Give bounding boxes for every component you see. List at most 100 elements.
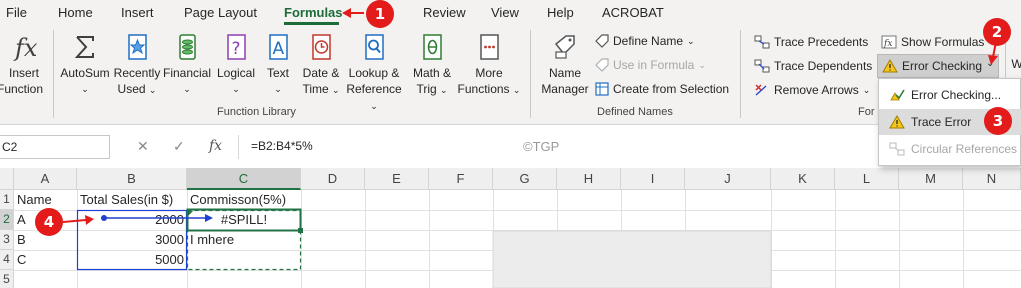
chevron-down-icon: ⌄ bbox=[862, 84, 871, 95]
row-header-3[interactable]: 3 bbox=[0, 230, 14, 250]
function-library-group-label: Function Library bbox=[217, 106, 296, 118]
ribbon: fx Insert Function AutoSum ⌄ Recently Us… bbox=[0, 26, 1021, 125]
warning-icon bbox=[889, 115, 905, 129]
chevron-down-icon: ⌄ bbox=[183, 84, 191, 94]
column-header-e[interactable]: E bbox=[365, 168, 429, 190]
math-trig-label-1: Math & bbox=[412, 66, 451, 80]
name-box[interactable]: C2 bbox=[0, 135, 110, 159]
trace-dependents-button[interactable]: Trace Dependents bbox=[754, 59, 872, 73]
svg-text:?: ? bbox=[232, 39, 241, 59]
column-header-h[interactable]: H bbox=[557, 168, 621, 190]
warning-icon bbox=[882, 59, 898, 73]
lookup-reference-button[interactable]: Lookup & Reference ⌄ bbox=[343, 32, 405, 114]
remove-arrows-icon bbox=[755, 84, 767, 96]
tab-view[interactable]: View bbox=[491, 5, 519, 20]
recently-used-button[interactable]: Recently Used ⌄ bbox=[113, 32, 161, 98]
tab-insert[interactable]: Insert bbox=[121, 5, 154, 20]
text-a-icon: A bbox=[269, 34, 288, 60]
error-checking-button[interactable]: Error Checking ⌄ bbox=[877, 54, 999, 78]
chevron-down-icon: ⌄ bbox=[81, 84, 89, 94]
define-name-button[interactable]: Define Name ⌄ bbox=[595, 34, 695, 48]
cell-b3[interactable]: 3000 bbox=[77, 230, 187, 250]
tab-acrobat[interactable]: ACROBAT bbox=[602, 5, 664, 20]
tab-home[interactable]: Home bbox=[58, 5, 93, 20]
menu-item-error-checking[interactable]: Error Checking... bbox=[879, 82, 1021, 108]
column-header-g[interactable]: G bbox=[493, 168, 557, 190]
chevron-down-icon: ⌄ bbox=[370, 101, 378, 111]
insert-function-button[interactable]: fx Insert Function bbox=[0, 32, 48, 97]
row-header-2[interactable]: 2 bbox=[0, 210, 14, 230]
math-trig-label-2: Trig bbox=[416, 82, 437, 96]
tab-formulas[interactable]: Formulas bbox=[284, 5, 343, 20]
cell-c2[interactable]: #SPILL! bbox=[187, 210, 301, 230]
coins-book-icon bbox=[179, 34, 196, 60]
logical-button[interactable]: ? Logical ⌄ bbox=[213, 32, 259, 97]
chevron-down-icon: ⌄ bbox=[232, 84, 240, 94]
column-header-a[interactable]: A bbox=[14, 168, 77, 190]
cell-a4[interactable]: C bbox=[14, 250, 77, 270]
formula-bar: C2 ✕ ✓ fx =B2:B4*5% bbox=[0, 133, 1021, 161]
text-button[interactable]: A Text ⌄ bbox=[261, 32, 295, 97]
autosum-button[interactable]: AutoSum ⌄ bbox=[55, 32, 115, 97]
name-manager-button[interactable]: Name Manager bbox=[538, 32, 592, 97]
more-functions-label-2: Functions bbox=[457, 82, 510, 96]
select-all-corner[interactable] bbox=[0, 168, 14, 190]
cell-a1[interactable]: Name bbox=[14, 190, 77, 210]
column-header-d[interactable]: D bbox=[301, 168, 365, 190]
financial-button[interactable]: Financial ⌄ bbox=[162, 32, 212, 97]
tab-help[interactable]: Help bbox=[547, 5, 574, 20]
row-header-5[interactable]: 5 bbox=[0, 270, 14, 288]
use-in-formula-button[interactable]: Use in Formula ⌄ bbox=[595, 58, 706, 72]
cell-b4[interactable]: 5000 bbox=[77, 250, 187, 270]
error-checking-label: Error Checking bbox=[902, 59, 983, 73]
enter-check-icon[interactable]: ✓ bbox=[173, 138, 185, 155]
ribbon-tab-bar: File Home Insert Page Layout Formulas Re… bbox=[0, 0, 1021, 26]
formula-auditing-group-label: For bbox=[858, 106, 875, 118]
remove-arrows-button[interactable]: Remove Arrows ⌄ bbox=[754, 83, 870, 97]
column-header-n[interactable]: N bbox=[963, 168, 1021, 190]
autosum-label: AutoSum bbox=[60, 66, 110, 80]
chevron-down-icon: ⌄ bbox=[274, 84, 282, 94]
tab-page-layout[interactable]: Page Layout bbox=[184, 5, 257, 20]
row-header-1[interactable]: 1 bbox=[0, 190, 14, 210]
group-separator bbox=[530, 30, 531, 118]
menu-item-circular-references[interactable]: Circular References bbox=[879, 136, 1021, 162]
column-header-m[interactable]: M bbox=[899, 168, 963, 190]
watch-window-button-partial[interactable]: W bbox=[1010, 56, 1021, 72]
show-formulas-icon: fx bbox=[881, 35, 897, 49]
column-header-c[interactable]: C bbox=[187, 168, 301, 190]
insert-function-icon[interactable]: fx bbox=[209, 138, 222, 154]
show-formulas-button[interactable]: fx Show Formulas bbox=[881, 35, 984, 49]
chevron-down-icon: ⌄ bbox=[332, 85, 340, 95]
cancel-icon[interactable]: ✕ bbox=[137, 138, 149, 155]
more-functions-button[interactable]: More Functions ⌄ bbox=[455, 32, 523, 98]
more-functions-icon bbox=[480, 34, 499, 60]
column-header-f[interactable]: F bbox=[429, 168, 493, 190]
math-trig-button[interactable]: Math & Trig ⌄ bbox=[410, 32, 454, 98]
question-book-icon: ? bbox=[227, 34, 246, 60]
error-checking-check-icon bbox=[890, 89, 905, 101]
cell-c1[interactable]: Commisson(5%) bbox=[187, 190, 301, 210]
cell-b2[interactable]: 2000 bbox=[77, 210, 187, 230]
fx-icon: fx bbox=[13, 34, 38, 62]
tab-review[interactable]: Review bbox=[423, 5, 466, 20]
tab-file[interactable]: File bbox=[6, 5, 27, 20]
group-separator bbox=[740, 30, 741, 118]
column-header-j[interactable]: J bbox=[685, 168, 771, 190]
lookup-reference-label-1: Lookup & bbox=[348, 66, 400, 80]
name-tag-icon bbox=[554, 35, 575, 59]
column-header-b[interactable]: B bbox=[77, 168, 187, 190]
column-header-l[interactable]: L bbox=[835, 168, 899, 190]
more-functions-label-1: More bbox=[475, 66, 503, 80]
cell-c3[interactable]: I mhere bbox=[187, 230, 301, 250]
column-header-k[interactable]: K bbox=[771, 168, 835, 190]
remove-arrows-label: Remove Arrows bbox=[774, 83, 859, 97]
chevron-down-icon: ⌄ bbox=[687, 35, 695, 46]
cell-b1[interactable]: Total Sales(in $) bbox=[77, 190, 187, 210]
chevron-down-icon[interactable]: ⌄ bbox=[986, 58, 994, 69]
column-header-i[interactable]: I bbox=[621, 168, 685, 190]
create-from-selection-button[interactable]: Create from Selection bbox=[595, 82, 729, 96]
date-time-button[interactable]: Date & Time ⌄ bbox=[298, 32, 344, 98]
row-header-4[interactable]: 4 bbox=[0, 250, 14, 270]
trace-precedents-button[interactable]: Trace Precedents bbox=[754, 35, 868, 49]
